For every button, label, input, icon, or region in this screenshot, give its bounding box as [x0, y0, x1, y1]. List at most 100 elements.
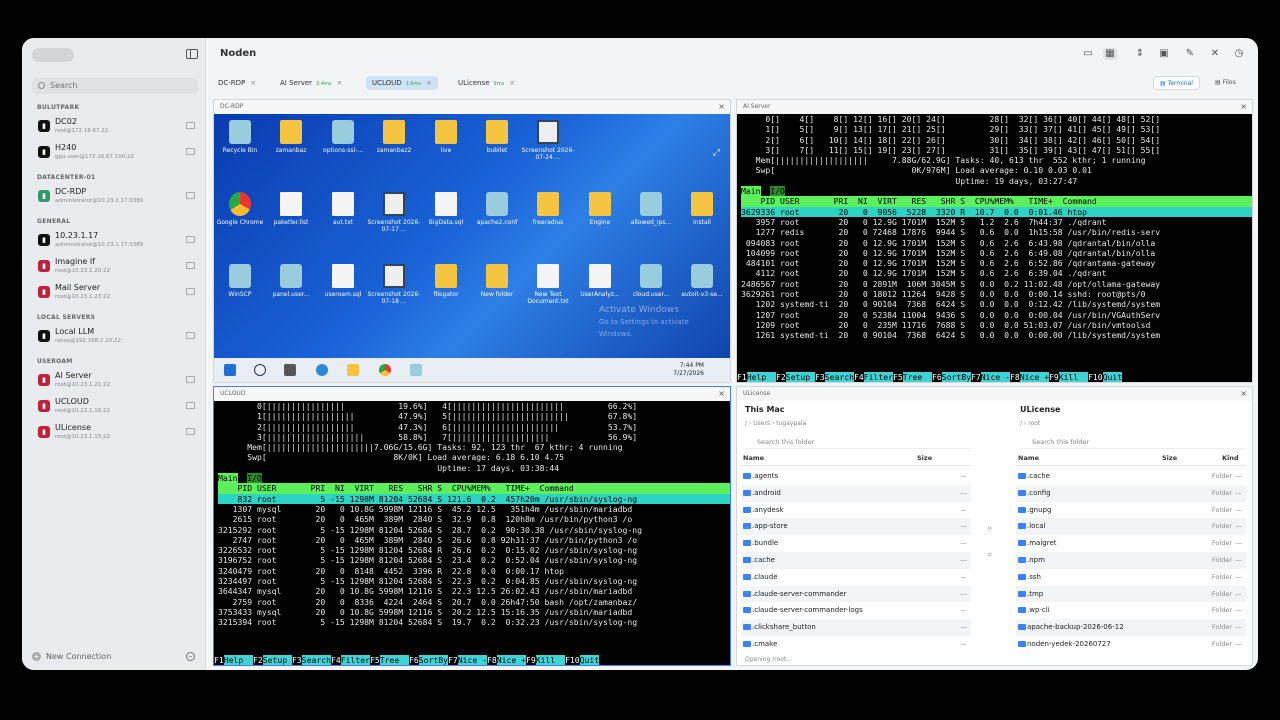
tab-dc-rdp[interactable]: DC-RDP ×: [212, 76, 262, 90]
process-row[interactable]: 3240479 root 20 0 8148 4452 3396 R 22.8 …: [218, 566, 730, 576]
desktop-icon[interactable]: zamanbaz: [263, 120, 319, 154]
desktop-icon[interactable]: autoit-v3-se...: [674, 264, 730, 298]
process-row[interactable]: 1207 root 20 0 52384 11004 9436 S 0.0 0.…: [741, 310, 1252, 320]
process-row[interactable]: 2759 root 20 0 8336 4224 2464 S 20.7 0.0…: [218, 597, 730, 607]
kind-header[interactable]: Kind: [1222, 454, 1239, 462]
function-key[interactable]: F7: [448, 655, 458, 665]
file-row[interactable]: .claude-server-commander —: [741, 585, 971, 603]
desktop-icon[interactable]: bubilet: [469, 120, 525, 154]
close-icon[interactable]: ×: [509, 79, 515, 87]
sidebar-host[interactable]: ▮ AI Server root@10.23.1.21:22: [36, 370, 200, 394]
desktop-icon[interactable]: Engine: [572, 192, 628, 226]
close-icon[interactable]: ×: [336, 79, 342, 87]
file-row[interactable]: .cache —: [741, 552, 971, 569]
process-row[interactable]: 3629261 root 20 0 18012 11264 9428 S 0.0…: [741, 289, 1252, 299]
htop-tab-io[interactable]: I/O: [247, 473, 262, 484]
function-key[interactable]: F9: [526, 655, 536, 665]
function-key[interactable]: F10: [565, 655, 580, 665]
desktop-icon[interactable]: live: [418, 120, 474, 154]
ucloud-pane[interactable]: UCLOUD × 0[|||||||||||||||| 19.6%] 4[||||…: [213, 386, 731, 666]
tools-icon[interactable]: ✕: [1208, 48, 1222, 60]
sidebar-host[interactable]: ▮ ULicense root@10.23.1.15:22: [36, 422, 200, 446]
process-row[interactable]: 3753433 mysql 20 0 10.8G 5998M 12116 S 2…: [218, 607, 730, 617]
folder-icon[interactable]: [186, 192, 195, 199]
function-key[interactable]: F4: [854, 372, 864, 382]
updown-icon[interactable]: ⇕: [1133, 48, 1147, 60]
path-breadcrumb[interactable]: / › Users › tugaypala: [745, 420, 806, 427]
desktop-icon[interactable]: zamanbaz2: [366, 120, 422, 154]
folder-icon[interactable]: [186, 332, 195, 339]
process-row[interactable]: 3215394 root 5 -15 1298M 81204 52684 S 1…: [218, 617, 730, 627]
process-row[interactable]: 2486567 root 20 0 2891M 106M 3045M S 0.0…: [741, 279, 1252, 289]
name-header[interactable]: Name: [1018, 454, 1039, 462]
sidebar-host[interactable]: ▮ UCLOUD root@10.23.1.16:22: [36, 396, 200, 420]
function-key[interactable]: F1: [737, 372, 747, 382]
file-row[interactable]: .wp-cli Folder —: [1016, 602, 1246, 619]
file-row[interactable]: .config Folder —: [1016, 484, 1246, 502]
desktop-icon[interactable]: Screenshot 2026-07-24 ...: [520, 120, 576, 161]
file-row[interactable]: .clickshare_button —: [741, 619, 971, 636]
name-header[interactable]: Name: [743, 454, 764, 462]
function-key-label[interactable]: Quit: [579, 655, 600, 665]
desktop-icon[interactable]: allowed_ips...: [623, 192, 679, 226]
file-row[interactable]: .cmake —: [741, 636, 971, 653]
function-key-label[interactable]: Filter: [863, 372, 893, 382]
function-key[interactable]: F10: [1088, 372, 1103, 382]
process-row[interactable]: 1307 mysql 20 0 10.8G 5998M 12116 S 45.2…: [218, 504, 730, 514]
function-key[interactable]: F3: [292, 655, 302, 665]
file-row[interactable]: .claude-server-commander-logs —: [741, 602, 971, 619]
process-row[interactable]: 1209 root 20 0 235M 11716 7688 S 0.0 0.0…: [741, 320, 1252, 330]
desktop-icon[interactable]: cloud.user...: [623, 264, 679, 298]
process-row[interactable]: 3234497 root 5 -15 1298M 81204 52684 S 2…: [218, 576, 730, 586]
start-icon[interactable]: [224, 364, 236, 376]
desktop-icon[interactable]: Screenshot 2026-07-17 ...: [366, 192, 422, 233]
tab-ai-server[interactable]: AI Server 3.4ms ×: [274, 76, 348, 90]
process-row[interactable]: 3196752 root 5 -15 1298M 81204 52684 S 2…: [218, 555, 730, 565]
file-row[interactable]: .tmp Folder —: [1016, 585, 1246, 603]
file-row[interactable]: .android —: [741, 484, 971, 502]
folder-icon[interactable]: [186, 428, 195, 435]
function-key-label[interactable]: SortBy: [418, 655, 448, 665]
rdp-pane[interactable]: DC-RDP × Recycle Bin zamanbaz options-ssl-.…: [213, 99, 731, 383]
process-row[interactable]: 484101 root 20 0 12.9G 1701M 152M S 0.6 …: [741, 258, 1252, 268]
function-key-label[interactable]: Search: [301, 655, 331, 665]
desktop-icon[interactable]: panel.user...: [263, 264, 319, 298]
function-key[interactable]: F8: [1010, 372, 1020, 382]
grid-layout-icon[interactable]: ▦: [1103, 48, 1117, 60]
files-mode-button[interactable]: ▤ Files: [1209, 76, 1242, 90]
new-connection-button[interactable]: + New Connection: [32, 652, 111, 661]
terminal[interactable]: 0[|||||||||||||||| 19.6%] 4[||||||||||||…: [214, 401, 730, 665]
desktop-icon[interactable]: New folder: [469, 264, 525, 298]
sidebar-host[interactable]: ▮ DC02 root@172.16.67.22: [36, 116, 200, 140]
terminal-mode-button[interactable]: ▤ Terminal: [1153, 76, 1200, 90]
file-row[interactable]: apache-backup-2026-06-12 Folder —: [1016, 619, 1246, 636]
function-key-label[interactable]: Tree: [902, 372, 932, 382]
file-row[interactable]: .maigret Folder —: [1016, 535, 1246, 552]
function-key[interactable]: F4: [331, 655, 341, 665]
sidebar-toggle-icon[interactable]: [186, 49, 198, 59]
desktop-icon[interactable]: useroam.sql: [315, 264, 371, 298]
function-key-label[interactable]: Search: [824, 372, 854, 382]
htop-tab-main[interactable]: Main: [218, 473, 238, 484]
function-key[interactable]: F3: [815, 372, 825, 382]
function-key[interactable]: F9: [1049, 372, 1059, 382]
function-key[interactable]: F5: [893, 372, 903, 382]
process-row[interactable]: 104099 root 20 0 12.9G 1701M 152M S 0.6 …: [741, 248, 1252, 258]
sidebar-host[interactable]: ▮ Local LLM cetus@192.168.2.20:22: [36, 326, 200, 350]
file-row[interactable]: .npm Folder —: [1016, 552, 1246, 569]
close-icon[interactable]: ×: [1240, 387, 1247, 401]
terminal[interactable]: 0[] 4[] 8[] 12[] 16[] 20[] 24[] 28[] 32[…: [737, 114, 1252, 382]
file-row[interactable]: .cache Folder —: [1016, 468, 1246, 485]
pen-icon[interactable]: ✎: [1183, 48, 1197, 60]
function-key-label[interactable]: Nice -: [457, 655, 487, 665]
single-layout-icon[interactable]: ▭: [1081, 48, 1095, 60]
file-row[interactable]: .ssh Folder —: [1016, 569, 1246, 586]
function-key-label[interactable]: Kill: [535, 655, 565, 665]
explorer-icon[interactable]: [347, 364, 359, 376]
sidebar-host[interactable]: ▮ Mail Server root@10.23.1.23:22: [36, 282, 200, 306]
process-row[interactable]: 4112 root 20 0 12.9G 1701M 152M S 0.6 2.…: [741, 268, 1252, 278]
close-icon[interactable]: ×: [718, 387, 725, 401]
close-icon[interactable]: ×: [426, 79, 432, 87]
sidebar-host[interactable]: ▮ 10.23.1.17 administrator@10.23.1.17:3389: [36, 230, 200, 254]
sidebar-host[interactable]: ▮ Imagine If root@10.23.1.20:22: [36, 256, 200, 280]
